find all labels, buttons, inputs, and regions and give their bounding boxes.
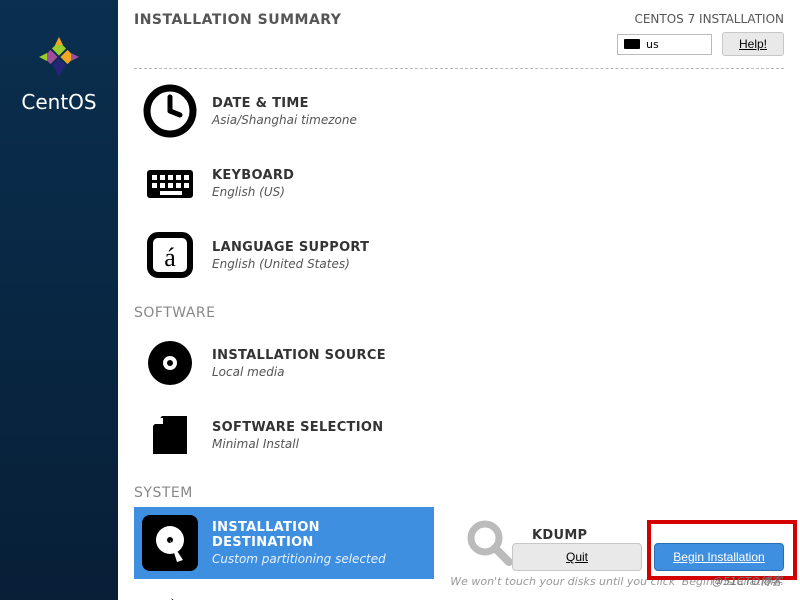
spoke-keyboard[interactable]: KEYBOARD English (US) [134,147,454,219]
spoke-source[interactable]: INSTALLATION SOURCE Local media [134,327,454,399]
quit-button[interactable]: Quit [512,543,642,571]
package-icon [142,407,198,463]
spoke-software[interactable]: SOFTWARE SELECTION Minimal Install [134,399,454,471]
header-right: CENTOS 7 INSTALLATION us Help! [617,12,784,56]
spoke-title: KEYBOARD [212,168,446,183]
keyboard-icon [142,155,198,211]
footer: Quit Begin Installation We won't touch y… [118,533,800,600]
keyboard-mini-icon [624,39,640,49]
page-title: INSTALLATION SUMMARY [134,12,341,28]
disc-icon [142,335,198,391]
footer-notice: We won't touch your disks until you clic… [134,575,784,588]
spoke-status: English (United States) [212,257,446,271]
spoke-title: DATE & TIME [212,96,446,111]
divider [134,68,784,69]
clock-icon [142,83,198,139]
section-title-software: SOFTWARE [134,305,784,321]
installer-title: CENTOS 7 INSTALLATION [617,12,784,26]
spoke-status: Asia/Shanghai timezone [212,113,446,127]
centos-logo-icon [34,32,84,82]
section-localization: DATE & TIME Asia/Shanghai timezone KEYBO… [118,75,800,600]
brand-text: CentOS [21,90,96,114]
main-content: INSTALLATION SUMMARY CENTOS 7 INSTALLATI… [118,0,800,600]
keyboard-indicator[interactable]: us [617,34,712,55]
keyboard-indicator-text: us [646,38,659,51]
spoke-title: SOFTWARE SELECTION [212,420,446,435]
spoke-title: INSTALLATION SOURCE [212,348,446,363]
begin-installation-button[interactable]: Begin Installation [654,543,784,571]
help-button[interactable]: Help! [722,32,784,56]
header: INSTALLATION SUMMARY CENTOS 7 INSTALLATI… [118,0,800,64]
spoke-title: LANGUAGE SUPPORT [212,240,446,255]
language-icon: á [142,227,198,283]
sidebar: CentOS [0,0,118,600]
spoke-status: Local media [212,365,446,379]
svg-text:á: á [164,243,176,272]
spoke-status: English (US) [212,185,446,199]
section-title-system: SYSTEM [134,485,784,501]
spoke-status: Minimal Install [212,437,446,451]
watermark: @51CTO博客 [712,573,782,589]
spoke-language[interactable]: á LANGUAGE SUPPORT English (United State… [134,219,454,291]
spoke-datetime[interactable]: DATE & TIME Asia/Shanghai timezone [134,75,454,147]
